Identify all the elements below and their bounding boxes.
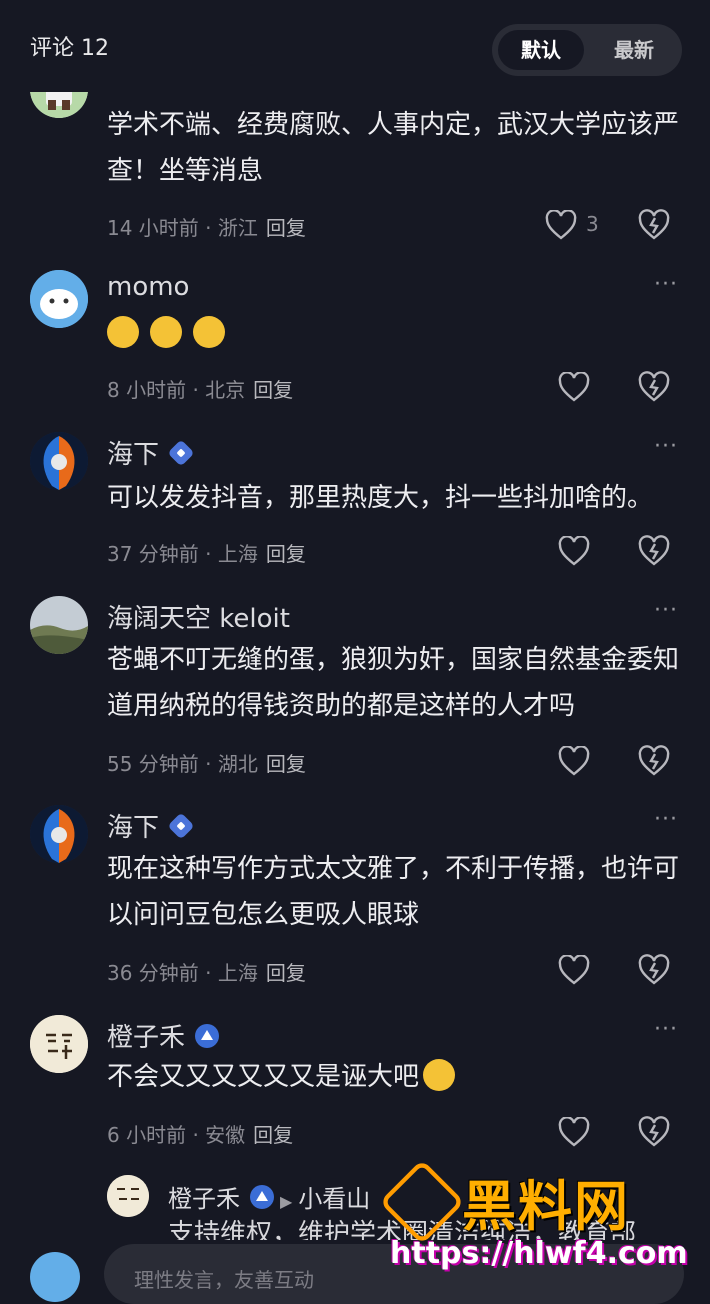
- comment-item: 海下 ··· 现在这种写作方式太文雅了，不利于传播，也许可以问问豆包怎么更吸人眼…: [0, 805, 710, 1005]
- watermark-title: 黑料网: [462, 1175, 630, 1238]
- comment-username[interactable]: 海下: [107, 807, 195, 844]
- avatar[interactable]: [30, 270, 88, 328]
- broken-heart-icon[interactable]: [638, 745, 670, 777]
- comment-location: 安徽: [205, 1123, 246, 1147]
- comment-time: 8 小时前: [107, 378, 187, 402]
- comment-text: 学术不端、经费腐败、人事内定，武汉大学应该严查！坐等消息: [107, 110, 680, 186]
- watermark-logo-icon: [379, 1159, 465, 1245]
- sub-reply-username[interactable]: 橙子禾: [168, 1185, 240, 1213]
- comment-meta: 6 小时前 · 安徽 回复: [107, 1123, 294, 1147]
- heart-icon[interactable]: [558, 372, 590, 402]
- comment-item: 海阔天空 keloit ··· 苍蝇不叮无缝的蛋，狼狈为奸，国家自然基金委知道用…: [0, 596, 710, 796]
- comment-time: 14 小时前: [107, 216, 199, 240]
- scream-emoji-icon: [193, 316, 226, 348]
- comment-input-placeholder: 理性发言，友善互动: [134, 1268, 314, 1292]
- comment-text: 现在这种写作方式太文雅了，不利于传播，也许可以问问豆包怎么更吸人眼球: [107, 854, 680, 930]
- laugh-cry-emoji-icon: [423, 1059, 456, 1091]
- more-options-icon[interactable]: ···: [654, 272, 678, 297]
- comment-item: 橙子禾 ··· 不会又又又又又又是诬大吧 6 小时前 · 安徽 回复: [0, 1015, 710, 1165]
- more-options-icon[interactable]: ···: [654, 1017, 678, 1042]
- comment-time: 37 分钟前: [107, 542, 199, 566]
- broken-heart-icon[interactable]: [638, 535, 670, 567]
- more-options-icon[interactable]: ···: [654, 434, 678, 459]
- broken-heart-icon[interactable]: [638, 1116, 670, 1148]
- reply-to-username[interactable]: 小看山: [298, 1185, 370, 1213]
- comment-location: 浙江: [217, 216, 258, 240]
- avatar[interactable]: [30, 596, 88, 654]
- comment-username[interactable]: 海下: [107, 434, 195, 471]
- comment-time: 6 小时前: [107, 1123, 187, 1147]
- level-badge-icon: [250, 1185, 274, 1209]
- sort-latest-button[interactable]: 最新: [592, 30, 676, 70]
- comment-location: 北京: [205, 378, 246, 402]
- heart-icon[interactable]: [558, 955, 590, 985]
- avatar[interactable]: [30, 805, 88, 863]
- reply-button[interactable]: 回复: [266, 542, 306, 566]
- comment-meta: 14 小时前 · 浙江 回复: [107, 216, 306, 240]
- comment-username[interactable]: momo: [107, 272, 189, 302]
- comment-meta: 8 小时前 · 北京 回复: [107, 378, 294, 402]
- more-options-icon[interactable]: ···: [654, 807, 678, 832]
- avatar[interactable]: [30, 432, 88, 490]
- heart-icon[interactable]: [558, 1117, 590, 1147]
- comment-location: 上海: [217, 542, 258, 566]
- sub-reply-header: 橙子禾 ▶ 小看山: [168, 1179, 370, 1214]
- avatar[interactable]: [30, 1015, 88, 1073]
- comment-meta: 37 分钟前 · 上海 回复: [107, 542, 306, 566]
- comment-username[interactable]: 海阔天空 keloit: [107, 598, 290, 635]
- avatar[interactable]: [107, 1175, 149, 1217]
- emoji-row: [107, 316, 231, 348]
- comment-text: 不会又又又又又又是诬大吧: [107, 1054, 687, 1100]
- watermark-url: https://hlwf4.com: [390, 1236, 688, 1271]
- level-badge-icon: [195, 1024, 220, 1048]
- verified-badge-icon: [167, 812, 195, 840]
- reply-button[interactable]: 回复: [266, 961, 306, 985]
- heart-icon[interactable]: [545, 210, 577, 240]
- scream-emoji-icon: [150, 316, 183, 348]
- my-avatar: [30, 1252, 80, 1302]
- scream-emoji-icon: [107, 316, 139, 348]
- sort-toggle: 默认 最新: [492, 24, 682, 76]
- reply-button[interactable]: 回复: [266, 752, 306, 776]
- comment-time: 55 分钟前: [107, 752, 199, 776]
- username-label: 橙子禾: [107, 1023, 186, 1053]
- reply-button[interactable]: 回复: [253, 1123, 293, 1147]
- watermark: 黑料网 https://hlwf4.com: [379, 1159, 710, 1275]
- comment-text: 可以发发抖音，那里热度大，抖一些抖加啥的。: [107, 483, 654, 513]
- comment-time: 36 分钟前: [107, 961, 199, 985]
- comment-text: 苍蝇不叮无缝的蛋，狼狈为奸，国家自然基金委知道用纳税的得钱资助的都是这样的人才吗: [107, 645, 680, 721]
- heart-icon[interactable]: [558, 746, 590, 776]
- reply-button[interactable]: 回复: [266, 216, 306, 240]
- comment-meta: 55 分钟前 · 湖北 回复: [107, 752, 306, 776]
- broken-heart-icon[interactable]: [638, 954, 670, 986]
- like-count: 3: [586, 212, 599, 236]
- username-label: 海下: [107, 813, 160, 843]
- comment-item: 海下 ··· 可以发发抖音，那里热度大，抖一些抖加啥的。 37 分钟前 · 上海…: [0, 432, 710, 582]
- comment-location: 湖北: [217, 752, 258, 776]
- reply-button[interactable]: 回复: [253, 378, 293, 402]
- username-label: 海下: [107, 440, 160, 470]
- comment-text-body: 不会又又又又又又是诬大吧: [107, 1062, 420, 1092]
- more-options-icon[interactable]: ···: [654, 598, 678, 623]
- heart-icon[interactable]: [558, 536, 590, 566]
- comment-meta: 36 分钟前 · 上海 回复: [107, 961, 306, 985]
- comments-title: 评论 12: [30, 36, 109, 61]
- comments-header: 评论 12 默认 最新: [0, 0, 710, 92]
- broken-heart-icon[interactable]: [638, 209, 670, 241]
- reply-arrow-icon: ▶: [280, 1192, 293, 1211]
- comment-username[interactable]: 橙子禾: [107, 1017, 220, 1054]
- verified-badge-icon: [167, 439, 195, 467]
- comment-location: 上海: [217, 961, 258, 985]
- comment-item: momo ··· 8 小时前 · 北京 回复: [0, 270, 710, 420]
- sort-default-button[interactable]: 默认: [498, 30, 584, 70]
- broken-heart-icon[interactable]: [638, 371, 670, 403]
